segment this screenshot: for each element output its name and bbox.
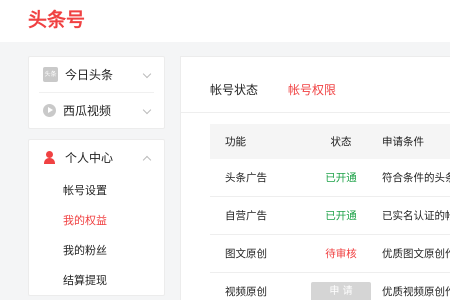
table-row: 头条广告 已开通 符合条件的头条 (210, 159, 450, 197)
table-row: 视频原创 申 请 优质视频原创作 (210, 273, 450, 300)
table-row: 图文原创 待审核 优质图文原创作 (210, 235, 450, 273)
apply-button[interactable]: 申 请 (311, 281, 371, 300)
feature-cell: 图文原创 (225, 248, 267, 260)
column-header-status: 状态 (330, 136, 352, 148)
feature-cell: 视频原创 (225, 286, 267, 298)
toutiaohao-logo[interactable]: 头条号 (28, 5, 85, 32)
feature-cell: 头条广告 (225, 172, 267, 184)
table-row: 自营广告 已开通 已实名认证的帐 (210, 197, 450, 235)
condition-cell: 优质图文原创作 (382, 248, 450, 260)
sidebar-item-label: 今日头条 (65, 68, 114, 82)
status-cell: 申 请 (300, 281, 382, 300)
sidebar: 头条 今日头条 西瓜视频 个人中心 帐号设置 我的权益 我的粉丝 结算提现 (28, 56, 165, 296)
sidebar-item-account-settings[interactable]: 帐号设置 (29, 175, 164, 205)
feature-cell: 自营广告 (225, 210, 267, 222)
chevron-up-icon (142, 155, 152, 165)
column-header-condition: 申请条件 (382, 136, 424, 148)
column-header-feature: 功能 (225, 136, 246, 148)
platform-nav-card: 头条 今日头条 西瓜视频 (28, 56, 165, 129)
user-icon (43, 150, 58, 165)
chevron-down-icon (142, 105, 152, 115)
sidebar-item-label: 个人中心 (65, 151, 114, 165)
status-badge: 已开通 (325, 172, 357, 184)
main-panel: 帐号状态 帐号权限 功能 状态 申请条件 头条广告 已开通 符合条件的头条 自营… (180, 56, 450, 300)
xigua-video-icon (43, 104, 56, 117)
sidebar-item-xigua[interactable]: 西瓜视频 (29, 93, 164, 128)
tab-bar: 帐号状态 帐号权限 (210, 81, 366, 98)
table-header: 功能 状态 申请条件 (210, 124, 450, 159)
condition-cell: 优质视频原创作 (382, 286, 450, 298)
chevron-down-icon (142, 69, 152, 79)
tab-account-status[interactable]: 帐号状态 (210, 81, 258, 98)
condition-cell: 已实名认证的帐 (382, 210, 450, 222)
toutiao-icon: 头条 (43, 67, 58, 82)
sidebar-item-my-fans[interactable]: 我的粉丝 (29, 235, 164, 265)
condition-cell: 符合条件的头条 (382, 172, 450, 184)
personal-center-card: 个人中心 帐号设置 我的权益 我的粉丝 结算提现 (28, 139, 165, 296)
top-bar: 头条号 (0, 0, 450, 42)
sidebar-item-settlement[interactable]: 结算提现 (29, 265, 164, 295)
status-badge: 待审核 (325, 248, 357, 260)
tab-account-permissions[interactable]: 帐号权限 (288, 81, 336, 98)
permissions-table: 功能 状态 申请条件 头条广告 已开通 符合条件的头条 自营广告 已开通 已实名… (210, 124, 450, 300)
sidebar-item-personal-center[interactable]: 个人中心 (29, 140, 164, 175)
sidebar-item-my-benefits[interactable]: 我的权益 (29, 205, 164, 235)
sidebar-item-label: 西瓜视频 (63, 104, 112, 118)
sidebar-item-toutiao[interactable]: 头条 今日头条 (29, 57, 164, 92)
status-badge: 已开通 (325, 210, 357, 222)
tab-divider (181, 112, 450, 113)
